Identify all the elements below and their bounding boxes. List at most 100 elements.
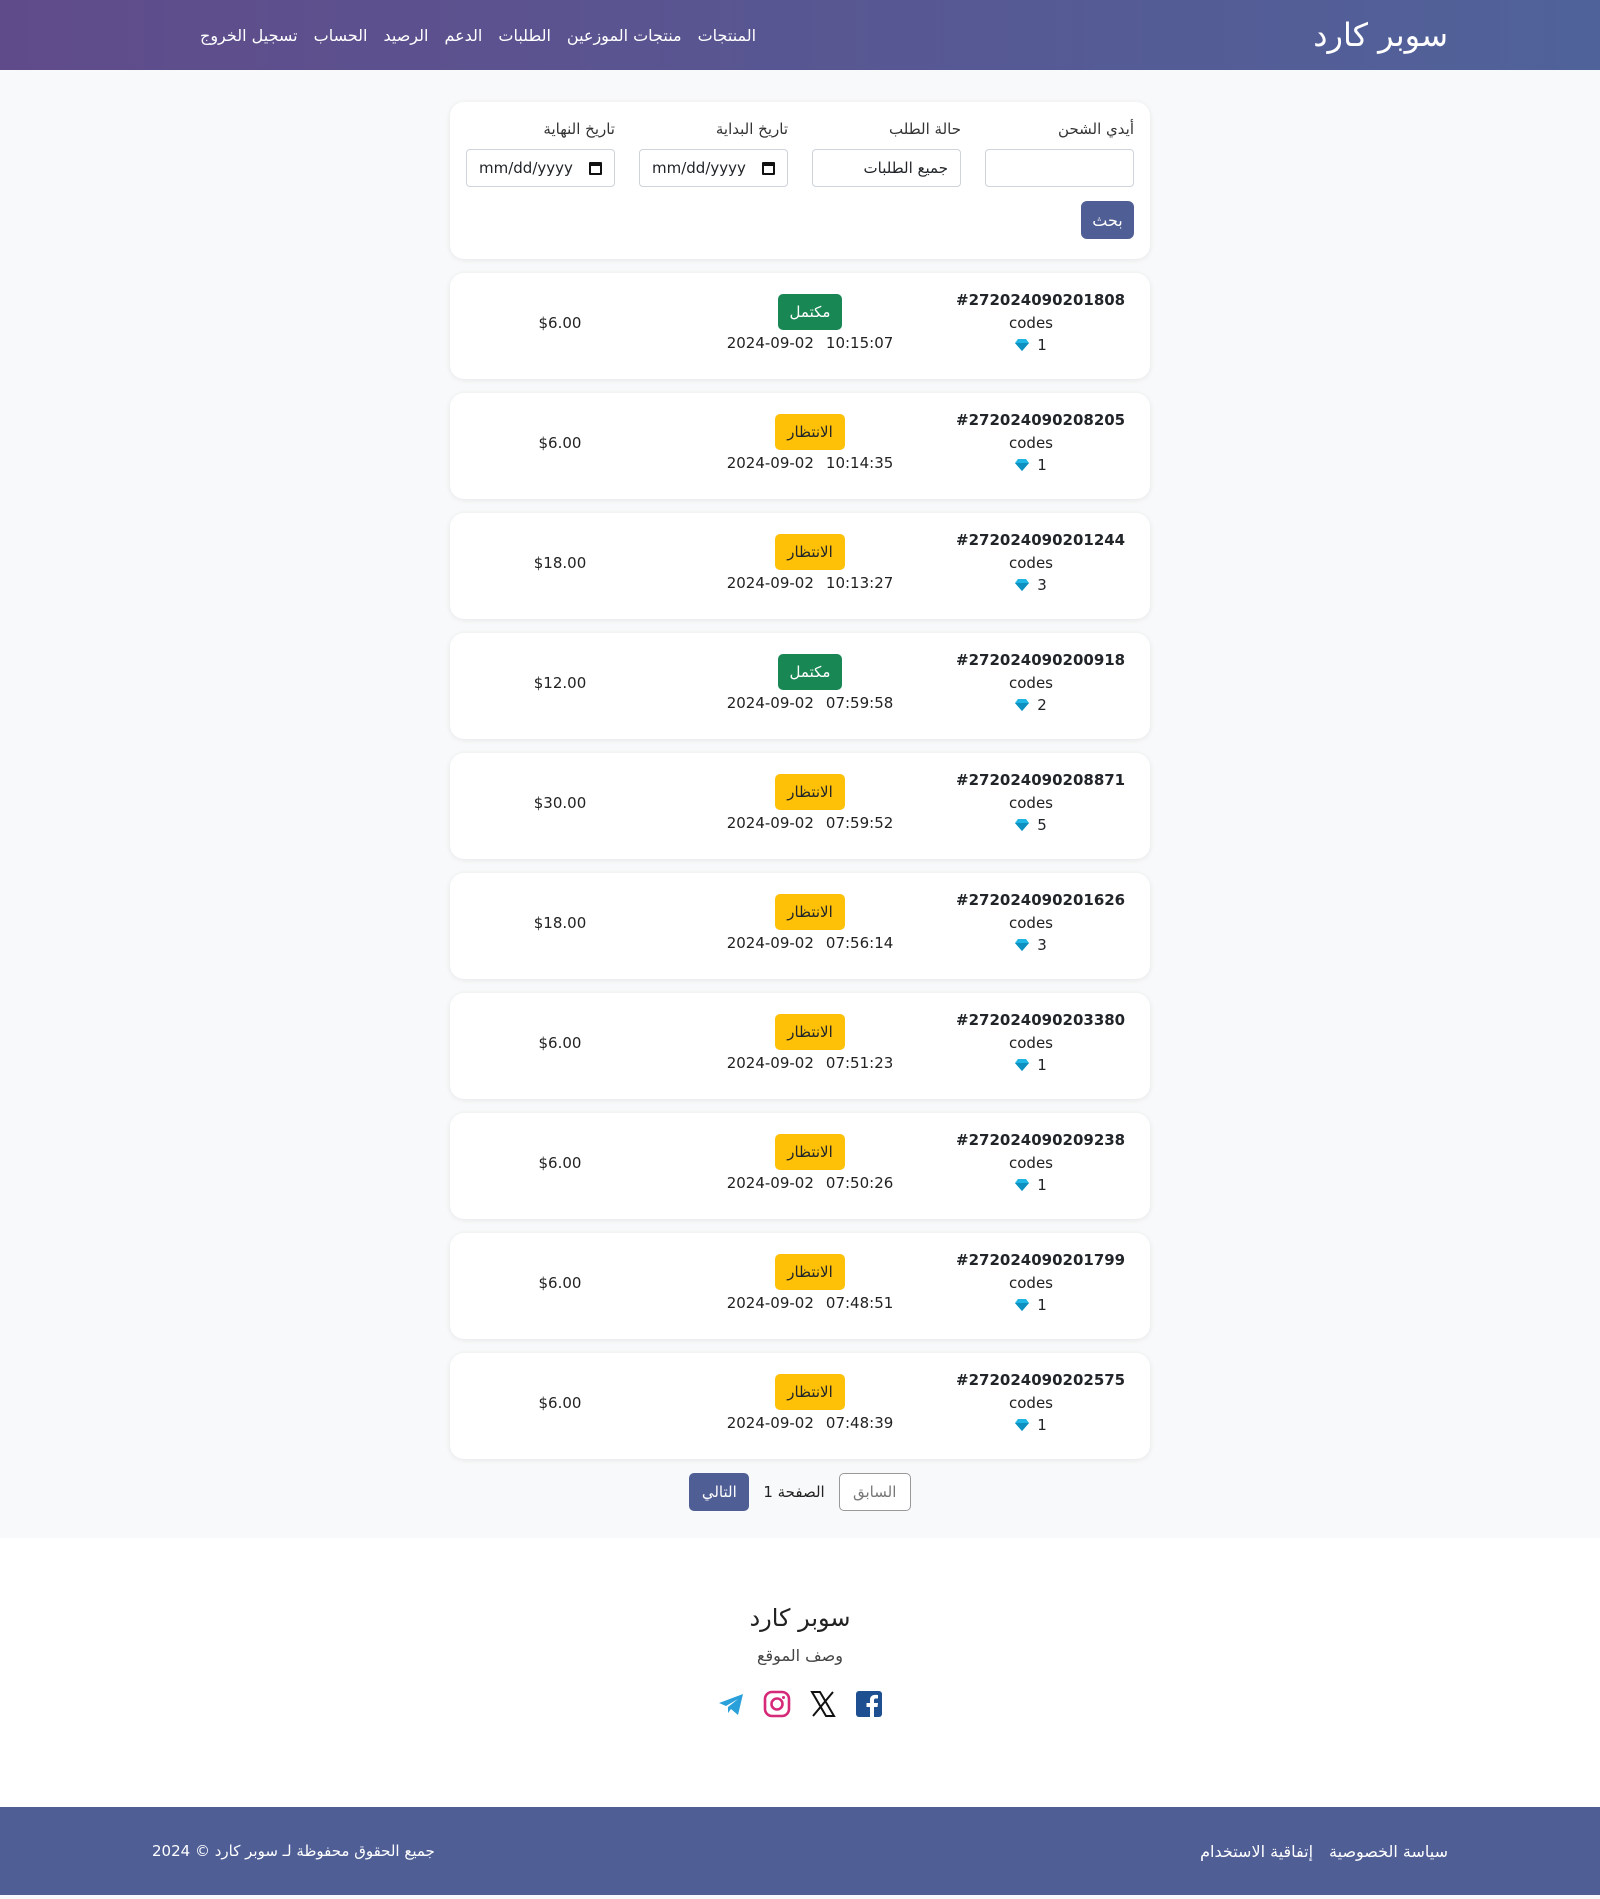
- status-badge: الانتظار: [775, 1014, 845, 1050]
- order-price: $18.00: [533, 914, 587, 932]
- end-date-value: mm/dd/yyyy: [479, 159, 573, 177]
- order-card[interactable]: #272024090200918 codes 2 مكتمل 2024-09-0…: [450, 633, 1150, 739]
- start-date-input[interactable]: mm/dd/yyyy: [639, 149, 788, 187]
- order-info: #272024090201808 codes 1: [956, 291, 1126, 354]
- order-type: codes: [1009, 434, 1053, 452]
- order-id: #272024090208205: [956, 411, 1126, 429]
- charge-id-label: أيدي الشحن: [1058, 120, 1134, 138]
- telegram-icon[interactable]: [716, 1689, 746, 1719]
- status-badge: الانتظار: [775, 1134, 845, 1170]
- brand-logo[interactable]: سوبر كارد: [1313, 16, 1448, 54]
- order-date: 2024-09-02: [726, 694, 814, 712]
- order-time: 07:51:23: [825, 1054, 894, 1072]
- x-icon[interactable]: [808, 1689, 838, 1719]
- next-page-button[interactable]: التالي: [689, 1473, 750, 1511]
- order-id: #272024090208871: [956, 771, 1126, 789]
- order-price: $6.00: [538, 1034, 582, 1052]
- nav-balance[interactable]: الرصيد: [383, 26, 428, 45]
- order-id: #272024090201626: [956, 891, 1126, 909]
- instagram-icon[interactable]: [762, 1689, 792, 1719]
- nav-account[interactable]: الحساب: [314, 26, 368, 45]
- charge-id-input[interactable]: [985, 149, 1134, 187]
- order-info: #272024090201626 codes 3: [956, 891, 1126, 954]
- order-datetime: 2024-09-02 10:15:07: [720, 334, 900, 352]
- order-card[interactable]: #272024090203380 codes 1 الانتظار 2024-0…: [450, 993, 1150, 1099]
- order-status-block: الانتظار 2024-09-02 07:56:14: [720, 894, 900, 952]
- diamond-icon: [1015, 699, 1030, 711]
- order-price: $6.00: [538, 434, 582, 452]
- order-id: #272024090203380: [956, 1011, 1126, 1029]
- order-card[interactable]: #272024090201626 codes 3 الانتظار 2024-0…: [450, 873, 1150, 979]
- diamond-icon: [1015, 1179, 1030, 1191]
- order-info: #272024090209238 codes 1: [956, 1131, 1125, 1194]
- order-price: $6.00: [538, 314, 582, 332]
- order-card[interactable]: #272024090209238 codes 1 الانتظار 2024-0…: [450, 1113, 1150, 1219]
- order-card[interactable]: #272024090208871 codes 5 الانتظار 2024-0…: [450, 753, 1150, 859]
- order-quantity: 2: [956, 696, 1106, 714]
- start-date-value: mm/dd/yyyy: [652, 159, 746, 177]
- order-status-block: الانتظار 2024-09-02 10:14:35: [720, 414, 900, 472]
- order-quantity-value: 1: [1037, 456, 1047, 474]
- filter-card: أيدي الشحن حالة الطلب جميع الطلبات تاريخ…: [450, 102, 1150, 259]
- order-datetime: 2024-09-02 07:59:52: [720, 814, 900, 832]
- order-datetime: 2024-09-02 07:51:23: [720, 1054, 900, 1072]
- nav-distributor-products[interactable]: منتجات الموزعين: [567, 26, 682, 45]
- nav-logout[interactable]: تسجيل الخروج: [200, 26, 298, 45]
- order-card[interactable]: #272024090201244 codes 3 الانتظار 2024-0…: [450, 513, 1150, 619]
- calendar-icon[interactable]: [589, 161, 602, 175]
- order-status-block: الانتظار 2024-09-02 07:50:26: [720, 1134, 900, 1192]
- status-select[interactable]: جميع الطلبات: [812, 149, 961, 187]
- calendar-icon[interactable]: [762, 161, 775, 175]
- order-status-block: مكتمل 2024-09-02 10:15:07: [720, 294, 900, 352]
- end-date-input[interactable]: mm/dd/yyyy: [466, 149, 615, 187]
- order-time: 07:50:26: [825, 1174, 894, 1192]
- search-button[interactable]: بحث: [1081, 201, 1134, 239]
- order-card[interactable]: #272024090202575 codes 1 الانتظار 2024-0…: [450, 1353, 1150, 1459]
- order-date: 2024-09-02: [726, 1174, 814, 1192]
- order-info: #272024090201244 codes 3: [956, 531, 1125, 594]
- site-footer: سوبر كارد وصف الموقع: [0, 1538, 1600, 1807]
- order-card[interactable]: #272024090201808 codes 1 مكتمل 2024-09-0…: [450, 273, 1150, 379]
- pagination: السابق الصفحة 1 التالي: [450, 1473, 1150, 1511]
- privacy-link[interactable]: سياسة الخصوصية: [1329, 1842, 1448, 1861]
- order-type: codes: [1009, 554, 1053, 572]
- diamond-icon: [1015, 1299, 1030, 1311]
- copyright-text: جميع الحقوق محفوظة لـ سوبر كارد © 2024: [152, 1842, 435, 1860]
- order-status-block: الانتظار 2024-09-02 07:59:52: [720, 774, 900, 832]
- diamond-icon: [1015, 459, 1030, 471]
- order-date: 2024-09-02: [726, 334, 814, 352]
- order-card[interactable]: #272024090201799 codes 1 الانتظار 2024-0…: [450, 1233, 1150, 1339]
- order-quantity: 1: [956, 336, 1106, 354]
- prev-page-button[interactable]: السابق: [838, 1473, 911, 1511]
- diamond-icon: [1015, 579, 1030, 591]
- nav-orders[interactable]: الطلبات: [498, 26, 551, 45]
- order-status-block: الانتظار 2024-09-02 10:13:27: [720, 534, 900, 592]
- order-quantity-value: 2: [1037, 696, 1047, 714]
- order-type: codes: [1009, 1154, 1053, 1172]
- order-price: $6.00: [538, 1154, 582, 1172]
- bottom-bar: سياسة الخصوصية إتفاقية الاستخدام جميع ال…: [0, 1807, 1600, 1895]
- order-card[interactable]: #272024090208205 codes 1 الانتظار 2024-0…: [450, 393, 1150, 499]
- order-type: codes: [1009, 914, 1053, 932]
- order-type: codes: [1009, 674, 1053, 692]
- nav-support[interactable]: الدعم: [444, 26, 482, 45]
- order-quantity-value: 1: [1037, 1056, 1047, 1074]
- order-info: #272024090208205 codes 1: [956, 411, 1126, 474]
- order-price: $6.00: [538, 1274, 582, 1292]
- order-type: codes: [1009, 1034, 1053, 1052]
- facebook-icon[interactable]: [854, 1689, 884, 1719]
- orders-main: أيدي الشحن حالة الطلب جميع الطلبات تاريخ…: [450, 102, 1150, 1511]
- status-badge: مكتمل: [777, 654, 843, 690]
- nav-products[interactable]: المنتجات: [698, 26, 757, 45]
- order-datetime: 2024-09-02 10:13:27: [720, 574, 900, 592]
- footer-description: وصف الموقع: [757, 1646, 843, 1665]
- order-info: #272024090202575 codes 1: [956, 1371, 1125, 1434]
- order-info: #272024090201799 codes 1: [956, 1251, 1125, 1314]
- order-quantity-value: 1: [1037, 1296, 1047, 1314]
- policy-links: سياسة الخصوصية إتفاقية الاستخدام: [1200, 1842, 1448, 1861]
- order-id: #272024090201808: [956, 291, 1126, 309]
- diamond-icon: [1015, 339, 1030, 351]
- diamond-icon: [1015, 939, 1030, 951]
- terms-link[interactable]: إتفاقية الاستخدام: [1200, 1842, 1313, 1861]
- order-status-block: الانتظار 2024-09-02 07:48:39: [720, 1374, 900, 1432]
